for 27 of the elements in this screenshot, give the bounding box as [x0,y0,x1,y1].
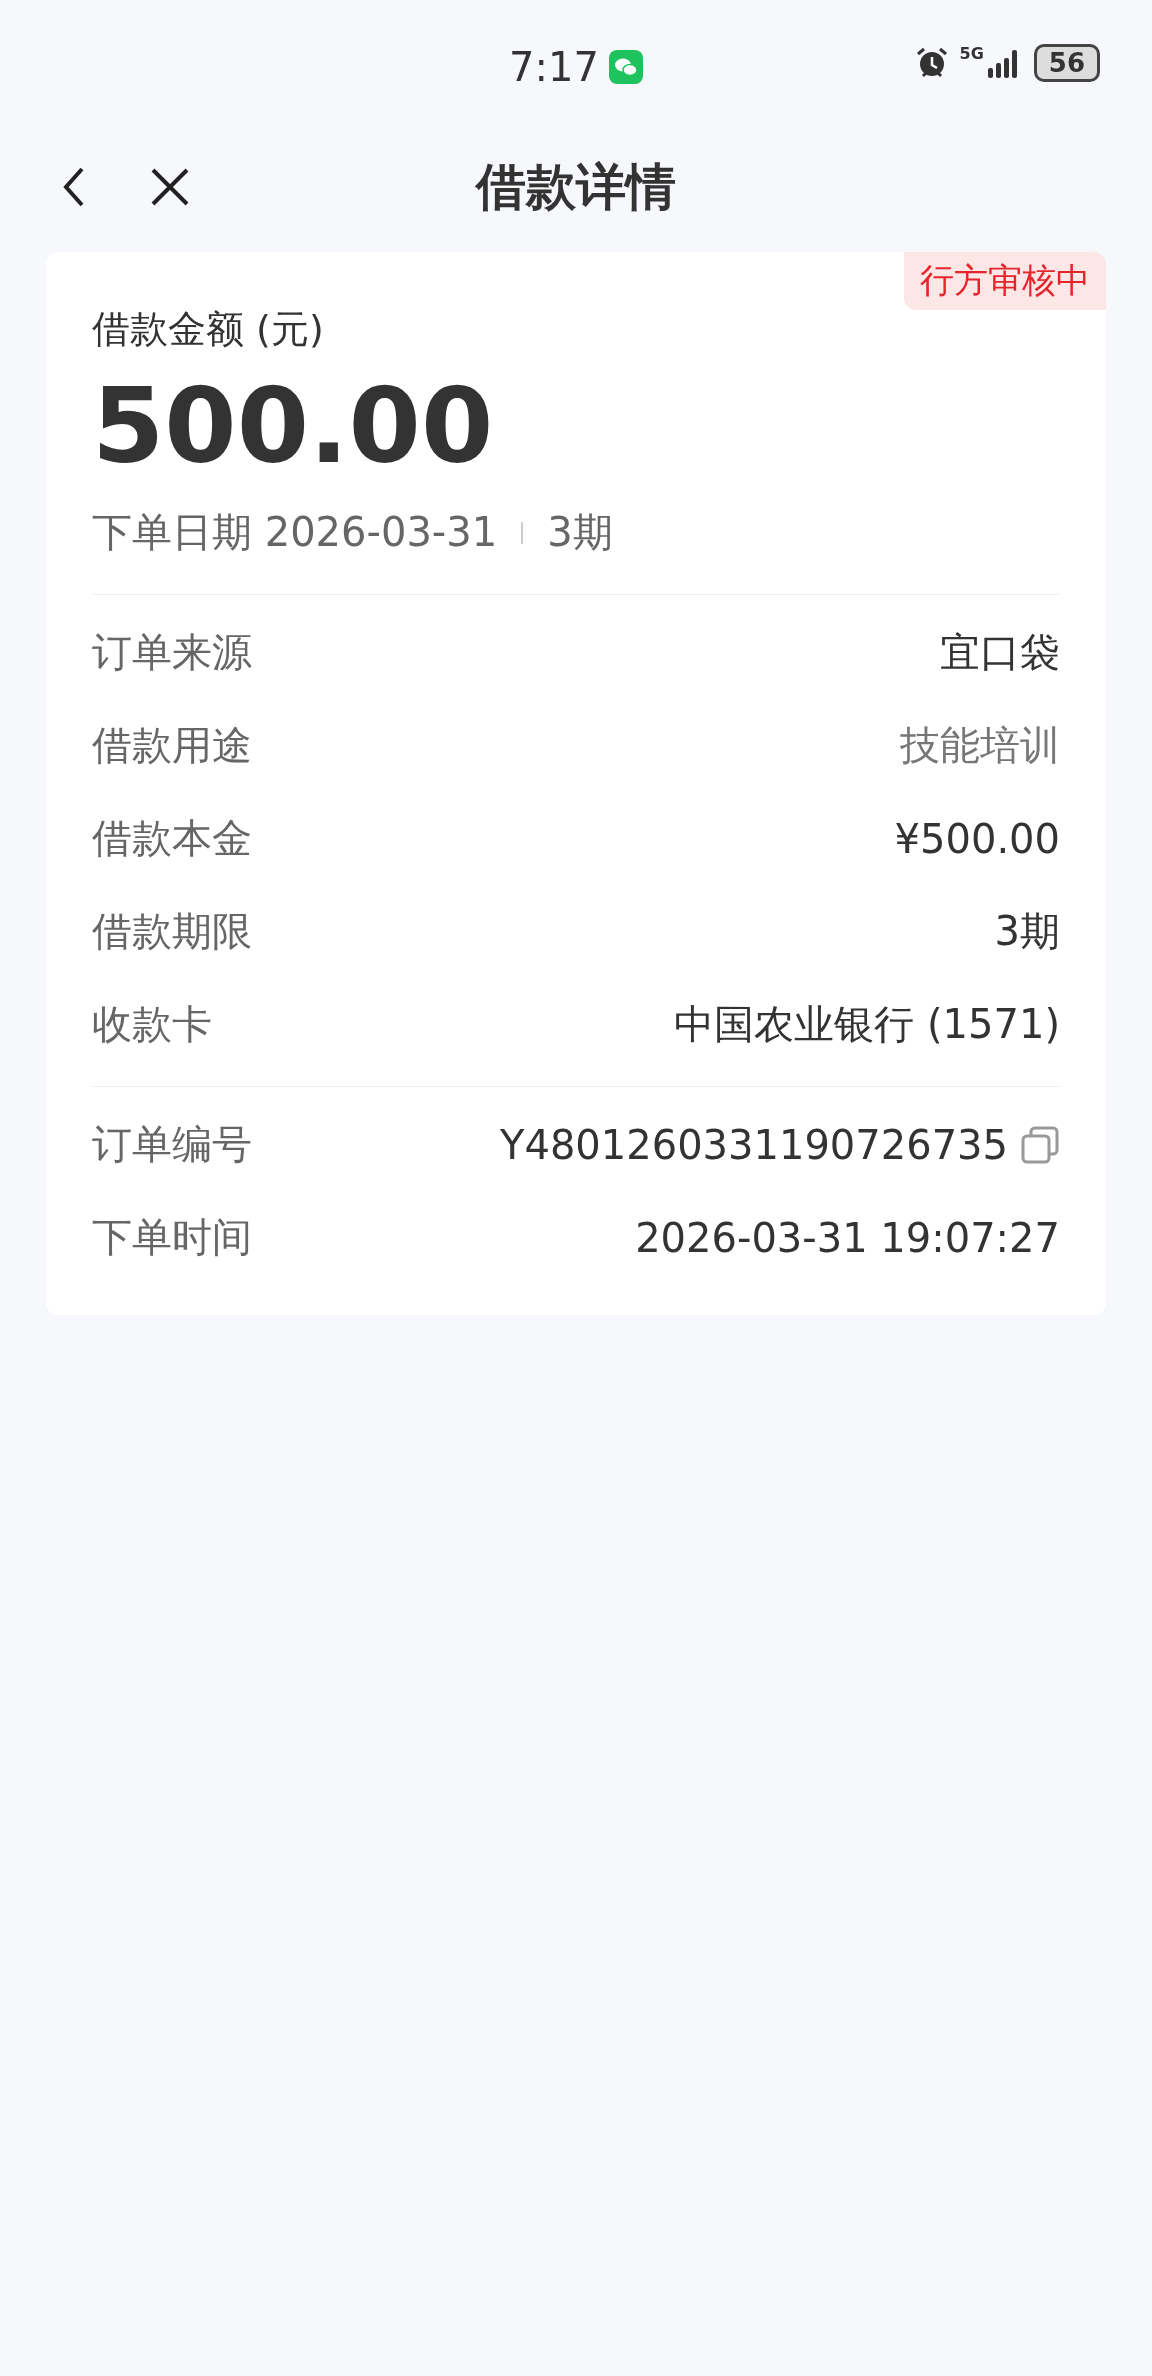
detail-label: 收款卡 [92,1000,212,1050]
detail-value: ¥500.00 [894,815,1060,862]
chat-app-icon [608,50,643,84]
copy-icon[interactable] [1020,1124,1060,1165]
amount-label: 借款金额 (元) [92,306,325,353]
detail-label: 下单时间 [92,1213,252,1263]
page-title: 借款详情 [476,156,676,218]
close-icon[interactable] [150,167,190,207]
detail-label: 订单来源 [92,628,252,678]
back-icon[interactable] [62,165,86,209]
detail-value: 技能培训 [900,721,1060,771]
detail-value: 宜口袋 [940,628,1060,678]
status-badge: 行方审核中 [904,252,1106,310]
detail-label: 借款本金 [92,814,252,864]
battery-indicator: 56 [1033,44,1100,82]
detail-value: 中国农业银行 (1571) [674,1000,1060,1050]
order-date: 下单日期 2026-03-31 [92,508,498,558]
loan-term: 3期 [547,508,613,558]
detail-label: 订单编号 [92,1120,252,1170]
loan-amount: 500.00 [92,369,495,484]
detail-label: 借款期限 [92,907,252,957]
clock-time: 7:17 [509,44,599,90]
detail-value: 2026-03-31 19:07:27 [635,1214,1060,1261]
detail-label: 借款用途 [92,721,252,771]
network-label: 5G [959,44,984,63]
detail-value: Y4801260331190726735 [500,1121,1008,1168]
detail-value: 3期 [994,907,1060,957]
